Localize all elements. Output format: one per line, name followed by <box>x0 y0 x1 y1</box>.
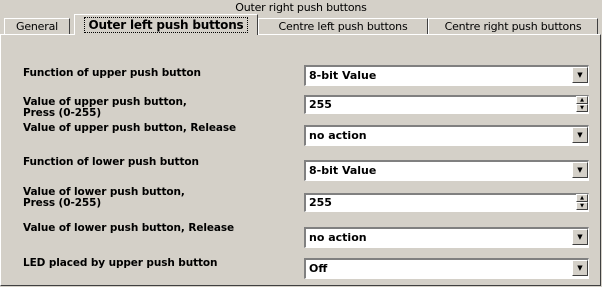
value-lower-press-spinner[interactable]: 255 ▲ ▼ <box>304 193 589 212</box>
value-upper-press-label: Value of upper push button, Press (0-255… <box>23 97 187 119</box>
chevron-down-icon[interactable]: ▼ <box>572 127 588 143</box>
value-lower-press-label: Value of lower push button, Press (0-255… <box>23 187 185 209</box>
tab-label: Centre right push buttons <box>444 20 582 33</box>
function-upper-label: Function of upper push button <box>23 67 201 79</box>
value-lower-release-dropdown[interactable]: no action ▼ <box>304 227 589 248</box>
value-lower-release-label: Value of lower push button, Release <box>23 222 235 234</box>
chevron-down-icon[interactable]: ▼ <box>572 162 588 178</box>
spin-up-icon[interactable]: ▲ <box>576 96 588 104</box>
spinner-value[interactable]: 255 <box>309 195 588 210</box>
dropdown-value: 8-bit Value <box>309 164 377 177</box>
function-upper-dropdown[interactable]: 8-bit Value ▼ <box>304 65 589 86</box>
spin-up-icon[interactable]: ▲ <box>576 194 588 202</box>
tab-general[interactable]: General <box>4 18 70 34</box>
led-upper-dropdown[interactable]: Off ▼ <box>304 258 589 279</box>
chevron-down-icon[interactable]: ▼ <box>572 260 588 276</box>
dropdown-value: no action <box>309 129 367 142</box>
dropdown-value: no action <box>309 231 367 244</box>
function-lower-dropdown[interactable]: 8-bit Value ▼ <box>304 160 589 181</box>
value-upper-press-spinner[interactable]: 255 ▲ ▼ <box>304 95 589 114</box>
chevron-down-icon[interactable]: ▼ <box>572 67 588 83</box>
spinner-value[interactable]: 255 <box>309 97 588 112</box>
spinner-buttons: ▲ ▼ <box>576 194 588 211</box>
tab-label: Outer left push buttons <box>84 17 248 33</box>
spinner-buttons: ▲ ▼ <box>576 96 588 113</box>
spin-down-icon[interactable]: ▼ <box>576 104 588 112</box>
value-upper-release-label: Value of upper push button, Release <box>23 122 237 134</box>
tab-centre-right-push-buttons[interactable]: Centre right push buttons <box>428 18 598 34</box>
dropdown-value: 8-bit Value <box>309 69 377 82</box>
spin-down-icon[interactable]: ▼ <box>576 202 588 210</box>
value-upper-release-dropdown[interactable]: no action ▼ <box>304 125 589 146</box>
led-upper-label: LED placed by upper push button <box>23 257 218 269</box>
tab-label: Centre left push buttons <box>278 20 408 33</box>
chevron-down-icon[interactable]: ▼ <box>572 229 588 245</box>
label-line-2: Press (0-255) <box>23 197 102 209</box>
tab-centre-left-push-buttons[interactable]: Centre left push buttons <box>258 18 428 34</box>
label-line-2: Press (0-255) <box>23 107 102 119</box>
tab-outer-left-push-buttons[interactable]: Outer left push buttons <box>74 14 258 35</box>
tab-label: General <box>16 20 58 33</box>
dropdown-value: Off <box>309 262 328 275</box>
function-lower-label: Function of lower push button <box>23 156 199 168</box>
